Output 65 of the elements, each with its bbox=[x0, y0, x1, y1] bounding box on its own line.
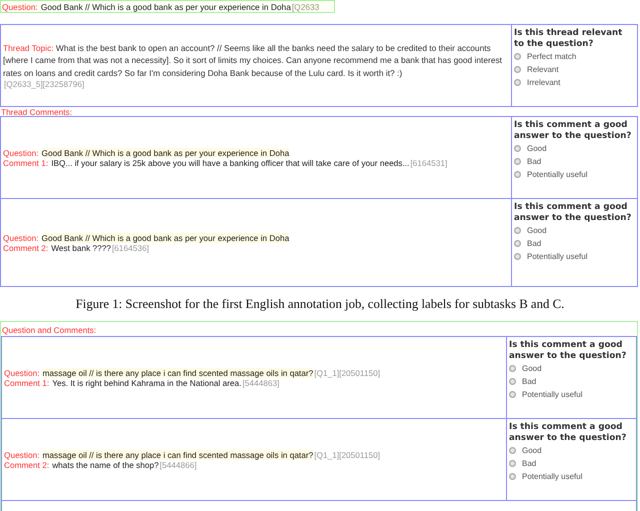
question-label: Question: bbox=[4, 450, 40, 460]
question-text: massage oil // is there any place i can find scented massage oils in qatar? bbox=[42, 450, 314, 460]
radio-option[interactable]: Good bbox=[514, 142, 635, 155]
figure-caption: Figure 1: Screenshot for the first English annotation job, collecting labels for subtasks B and C. bbox=[74, 296, 566, 313]
question-label: Question: bbox=[2, 2, 38, 12]
radio-option[interactable]: Good bbox=[509, 444, 634, 457]
radio-button[interactable] bbox=[514, 79, 521, 86]
thread-id: [Q2633_5][23258796] bbox=[4, 79, 86, 90]
comment-text: West bank ???? bbox=[51, 242, 111, 252]
radio-option[interactable]: Potentially useful bbox=[509, 388, 634, 401]
radio-button[interactable] bbox=[509, 460, 516, 467]
comment-text: whats the name of the shop? bbox=[52, 460, 159, 470]
comment-id: [5444863] bbox=[242, 378, 280, 388]
radio-option[interactable]: Bad bbox=[514, 237, 635, 250]
radio-option[interactable]: Irrelevant bbox=[514, 76, 635, 89]
radio-button[interactable] bbox=[509, 447, 516, 454]
rating-prompt: Is this comment a good answer to the question? bbox=[514, 120, 632, 141]
comment-label: Comment 2: bbox=[3, 242, 48, 252]
question-label: Question: bbox=[4, 368, 40, 378]
radio-button[interactable] bbox=[514, 253, 521, 260]
rating-prompt: Is this comment a good answer to the question? bbox=[509, 422, 628, 443]
radio-button[interactable] bbox=[514, 240, 521, 247]
rating-prompt: Is this comment a good answer to the question? bbox=[509, 340, 628, 361]
radio-button[interactable] bbox=[509, 473, 516, 480]
question-id: [Q2633 bbox=[292, 2, 320, 12]
comment-id: [5444866] bbox=[160, 460, 197, 470]
question-id: [Q1_1][20501150] bbox=[314, 368, 380, 378]
radio-button[interactable] bbox=[509, 378, 516, 385]
comment-id: [6164531] bbox=[410, 158, 448, 168]
radio-option[interactable]: Potentially useful bbox=[509, 470, 634, 483]
radio-button[interactable] bbox=[514, 171, 521, 178]
question-id: [Q1_1][20501150] bbox=[314, 450, 380, 460]
comment-label: Comment 1: bbox=[3, 158, 48, 168]
comment-label: Comment 2: bbox=[4, 460, 50, 470]
radio-option[interactable]: Bad bbox=[509, 457, 634, 470]
question-text: Good Bank // Which is a good bank as per your experience in Doha bbox=[40, 2, 291, 12]
radio-option[interactable]: Bad bbox=[514, 155, 635, 168]
radio-button[interactable] bbox=[509, 365, 516, 372]
radio-button[interactable] bbox=[514, 227, 521, 234]
question-text: massage oil // is there any place i can find scented massage oils in qatar? bbox=[42, 368, 314, 378]
comment-label: Comment 1: bbox=[4, 378, 50, 388]
section-label: Thread Comments: bbox=[0, 107, 74, 116]
rating-prompt: Is this thread relevant to the question? bbox=[514, 28, 624, 49]
radio-option[interactable]: Good bbox=[509, 362, 634, 375]
radio-button[interactable] bbox=[509, 391, 516, 398]
radio-button[interactable] bbox=[514, 66, 521, 73]
radio-option[interactable]: Good bbox=[514, 224, 635, 237]
radio-option[interactable]: Potentially useful bbox=[514, 168, 635, 181]
radio-option[interactable]: Perfect match bbox=[514, 50, 635, 63]
radio-option[interactable]: Relevant bbox=[514, 63, 635, 76]
question-label: Question: bbox=[3, 148, 39, 158]
comment-text: IBQ... if your salary is 25k above you will have a banking officer that will take care of your needs... bbox=[51, 158, 410, 168]
radio-button[interactable] bbox=[514, 158, 521, 165]
question-text: Good Bank // Which is a good bank as per your experience in Doha bbox=[42, 232, 290, 242]
radio-option[interactable]: Potentially useful bbox=[514, 250, 635, 263]
rating-prompt: Is this comment a good answer to the question? bbox=[514, 202, 632, 223]
section-label: Question and Comments: bbox=[1, 324, 98, 336]
question-text: Good Bank // Which is a good bank as per your experience in Doha bbox=[42, 148, 290, 158]
question-label: Question: bbox=[3, 232, 39, 242]
thread-topic-text: Thread Topic: What is the best bank to open an account? // Seems like all the banks need the salary to be credited to their accounts [where I came from that was not a necessity]. So it sort of limits my choices. Can anyone recommend me a bank that has good interest rates on loans and credit cards? So far I'm considering Doha Bank because of the Lulu card. Is it worth it? :) bbox=[3, 42, 504, 80]
radio-button[interactable] bbox=[514, 145, 521, 152]
comment-id: [6164536] bbox=[112, 242, 149, 252]
comment-text: Yes. It is right behind Kahrama in the National area. bbox=[52, 378, 242, 388]
radio-option[interactable]: Bad bbox=[509, 375, 634, 388]
radio-button[interactable] bbox=[514, 53, 521, 60]
